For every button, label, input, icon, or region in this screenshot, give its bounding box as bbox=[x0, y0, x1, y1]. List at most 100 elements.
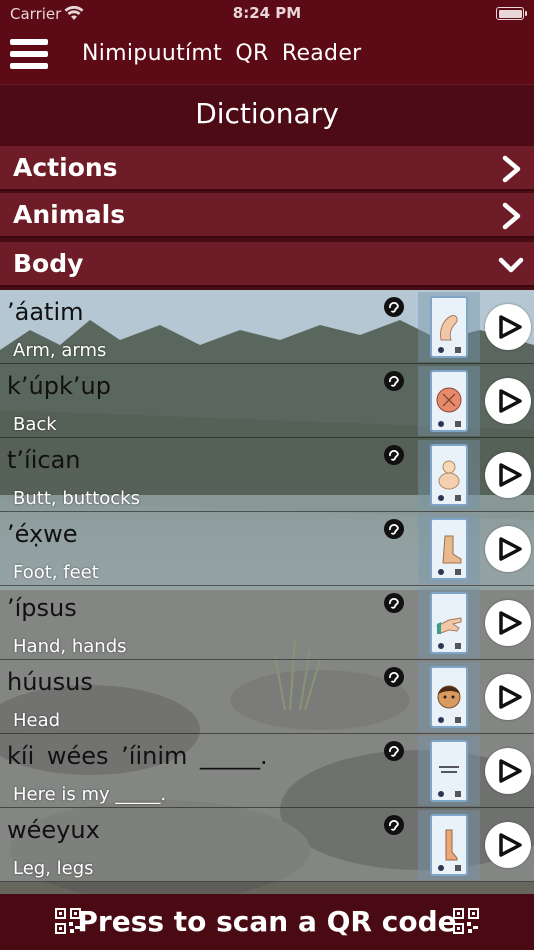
audio-ear-icon[interactable] bbox=[384, 297, 404, 317]
word-nimipuu: t’íican bbox=[7, 446, 81, 474]
word-translation: Arm, arms bbox=[13, 340, 107, 361]
card-footer-icons bbox=[438, 421, 461, 427]
flashcard-card bbox=[430, 444, 468, 506]
play-icon bbox=[499, 389, 522, 413]
list-item[interactable]: t’íican Butt, buttocks bbox=[0, 438, 534, 512]
card-footer-icons bbox=[438, 717, 461, 723]
hamburger-menu-icon[interactable] bbox=[10, 37, 50, 73]
hand-picture bbox=[436, 617, 462, 634]
flashcard-card bbox=[430, 592, 468, 654]
list-item[interactable]: kíi wées ’íinim _____. Here is my _____. bbox=[0, 734, 534, 808]
play-icon bbox=[499, 463, 522, 487]
word-translation: Back bbox=[13, 414, 57, 435]
category-label: Actions bbox=[13, 153, 118, 182]
word-nimipuu: k’úpk’up bbox=[7, 372, 111, 400]
play-button[interactable] bbox=[485, 822, 531, 868]
scan-qr-button[interactable]: Press to scan a QR code bbox=[0, 894, 534, 950]
word-translation: Here is my _____. bbox=[13, 784, 167, 805]
flashcard-thumbnail[interactable] bbox=[418, 440, 480, 510]
word-nimipuu: húusus bbox=[7, 668, 93, 696]
card-footer-icons bbox=[438, 569, 461, 575]
word-translation: Hand, hands bbox=[13, 636, 127, 657]
audio-ear-icon[interactable] bbox=[384, 371, 404, 391]
app-screen: Carrier 8:24 PM Nimipuutímt QR Reader Di… bbox=[0, 0, 534, 950]
audio-ear-icon[interactable] bbox=[384, 741, 404, 761]
play-button[interactable] bbox=[485, 452, 531, 498]
play-icon bbox=[499, 315, 522, 339]
list-item[interactable]: k’úpk’up Back bbox=[0, 364, 534, 438]
play-icon bbox=[499, 685, 522, 709]
flashcard-thumbnail[interactable] bbox=[418, 366, 480, 436]
page-title-bar: Dictionary bbox=[0, 84, 534, 146]
nav-bar: Nimipuutímt QR Reader bbox=[0, 28, 534, 84]
list-item[interactable]: húusus Head bbox=[0, 660, 534, 734]
chevron-right-icon bbox=[502, 202, 521, 230]
play-icon bbox=[499, 833, 522, 857]
flashcard-thumbnail[interactable] bbox=[418, 662, 480, 732]
audio-ear-icon[interactable] bbox=[384, 445, 404, 465]
word-translation: Leg, legs bbox=[13, 858, 94, 879]
list-item[interactable]: ’ípsus Hand, hands bbox=[0, 586, 534, 660]
butt-picture bbox=[438, 460, 460, 490]
flashcard-card bbox=[430, 370, 468, 432]
play-button[interactable] bbox=[485, 526, 531, 572]
foot-picture bbox=[442, 535, 462, 564]
battery-icon bbox=[496, 7, 527, 20]
card-footer-icons bbox=[438, 643, 461, 649]
card-footer-icons bbox=[438, 495, 461, 501]
arm-picture bbox=[440, 315, 458, 341]
word-nimipuu: wéeyux bbox=[7, 816, 100, 844]
list-item[interactable]: ’éx̣we Foot, feet bbox=[0, 512, 534, 586]
play-button[interactable] bbox=[485, 378, 531, 424]
flashcard-card bbox=[430, 666, 468, 728]
category-animals[interactable]: Animals bbox=[0, 193, 534, 238]
flashcard-thumbnail[interactable] bbox=[418, 292, 480, 362]
flashcard-thumbnail[interactable] bbox=[418, 810, 480, 880]
text-card-picture bbox=[439, 766, 459, 773]
category-label: Body bbox=[13, 249, 84, 278]
word-translation: Foot, feet bbox=[13, 562, 99, 583]
word-nimipuu: ’áatim bbox=[7, 298, 84, 326]
word-nimipuu: ’ípsus bbox=[7, 594, 77, 622]
play-icon bbox=[499, 759, 522, 783]
play-button[interactable] bbox=[485, 304, 531, 350]
word-translation: Butt, buttocks bbox=[13, 488, 140, 509]
card-footer-icons bbox=[438, 347, 461, 353]
battery-fill bbox=[498, 9, 522, 18]
play-button[interactable] bbox=[485, 600, 531, 646]
leg-picture bbox=[445, 829, 458, 861]
word-nimipuu: ’éx̣we bbox=[7, 520, 78, 548]
flashcard-card bbox=[430, 740, 468, 802]
category-body[interactable]: Body bbox=[0, 242, 534, 287]
flashcard-card bbox=[430, 296, 468, 358]
page-title: Dictionary bbox=[195, 97, 339, 130]
flashcard-thumbnail[interactable] bbox=[418, 514, 480, 584]
card-footer-icons bbox=[438, 865, 461, 871]
category-label: Animals bbox=[13, 200, 126, 229]
audio-ear-icon[interactable] bbox=[384, 593, 404, 613]
audio-ear-icon[interactable] bbox=[384, 519, 404, 539]
play-icon bbox=[499, 537, 522, 561]
play-button[interactable] bbox=[485, 748, 531, 794]
list-item[interactable]: wéeyux Leg, legs bbox=[0, 808, 534, 882]
status-bar: Carrier 8:24 PM bbox=[0, 0, 534, 28]
chevron-right-icon bbox=[502, 155, 521, 183]
play-button[interactable] bbox=[485, 674, 531, 720]
entry-list[interactable]: ’áatim Arm, arms k’úpk’up Back t’íican B… bbox=[0, 290, 534, 894]
app-title: Nimipuutímt QR Reader bbox=[82, 41, 362, 66]
audio-ear-icon[interactable] bbox=[384, 815, 404, 835]
card-footer-icons bbox=[438, 791, 461, 797]
list-item[interactable]: ’áatim Arm, arms bbox=[0, 290, 534, 364]
word-translation: Head bbox=[13, 710, 61, 731]
audio-ear-icon[interactable] bbox=[384, 667, 404, 687]
flashcard-card bbox=[430, 518, 468, 580]
word-nimipuu: kíi wées ’íinim _____. bbox=[7, 742, 268, 770]
qr-code-icon bbox=[453, 908, 479, 934]
status-time: 8:24 PM bbox=[232, 4, 302, 22]
head-picture bbox=[437, 685, 461, 709]
category-actions[interactable]: Actions bbox=[0, 146, 534, 191]
play-icon bbox=[499, 611, 522, 635]
flashcard-thumbnail[interactable] bbox=[418, 588, 480, 658]
chevron-down-icon bbox=[498, 257, 524, 273]
flashcard-thumbnail[interactable] bbox=[418, 736, 480, 806]
